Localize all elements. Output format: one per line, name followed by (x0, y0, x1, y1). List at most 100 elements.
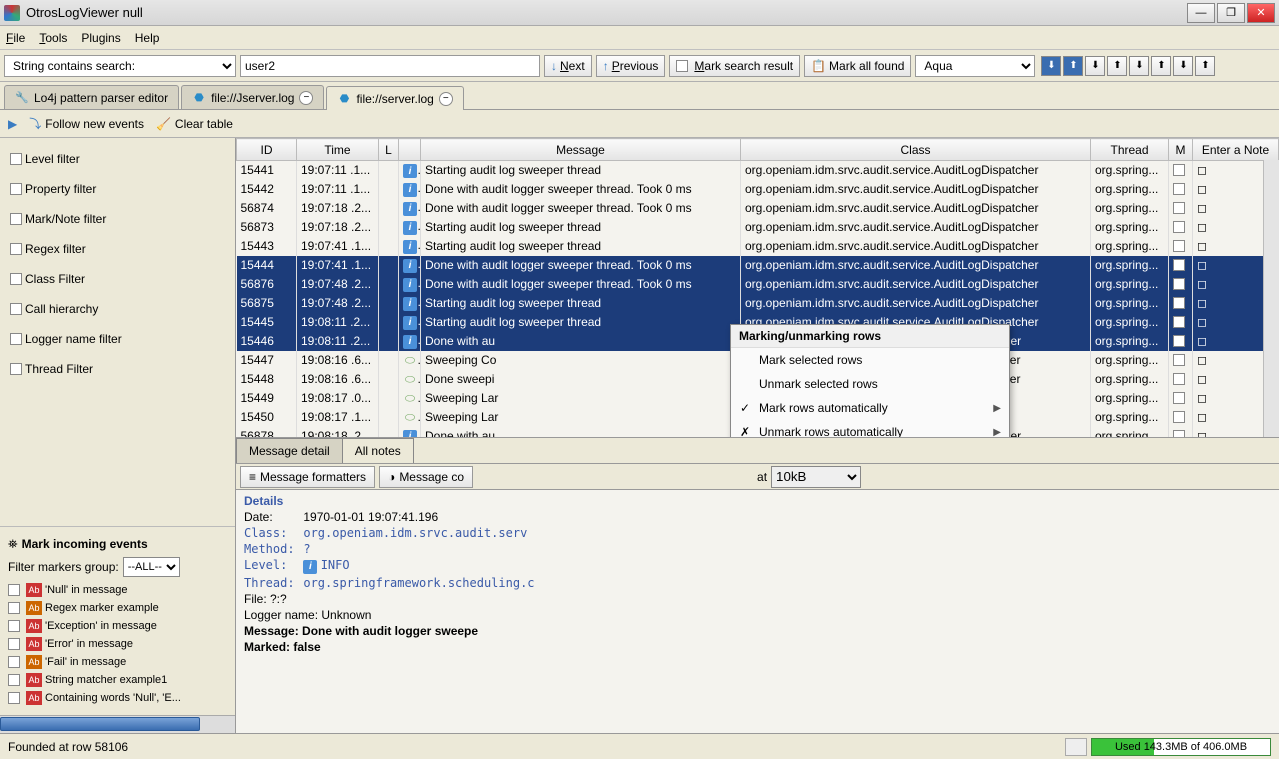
filter-thread-filter[interactable]: Thread Filter (4, 354, 231, 384)
search-input[interactable] (240, 55, 540, 77)
clear-table[interactable]: 🧹Clear table (156, 117, 233, 131)
message-formatters-button[interactable]: ≡Message formatters (240, 466, 375, 488)
nav-error-up-button[interactable]: ⬆ (1151, 56, 1171, 76)
col-header[interactable]: Time (297, 139, 379, 161)
marker-item[interactable]: Ab'Exception' in message (8, 617, 227, 635)
maxsize-select[interactable]: 10kB (771, 466, 861, 488)
list-icon: ≡ (249, 470, 256, 484)
swatch-icon: Ab (26, 691, 42, 705)
table-row[interactable]: 1544219:07:11 .1...iDone with audit logg… (237, 180, 1279, 199)
marker-item[interactable]: AbRegex marker example (8, 599, 227, 617)
next-button[interactable]: ↓Next (544, 55, 592, 77)
info-icon: i (403, 202, 417, 216)
maximize-button[interactable]: ❐ (1217, 3, 1245, 23)
table-row[interactable]: 5687619:07:48 .2...iDone with audit logg… (237, 275, 1279, 294)
swatch-icon: Ab (26, 637, 42, 651)
detail-date: 1970-01-01 19:07:41.196 (303, 510, 438, 524)
col-header[interactable]: ID (237, 139, 297, 161)
status-text: Founded at row 58106 (8, 740, 128, 754)
nav-error-down-button[interactable]: ⬇ (1129, 56, 1149, 76)
col-header[interactable]: Class (741, 139, 1091, 161)
context-item[interactable]: Unmark selected rows (731, 372, 1009, 396)
detail-marked: Marked: false (244, 640, 321, 654)
filter-regex-filter[interactable]: Regex filter (4, 234, 231, 264)
nav-warn-down-button[interactable]: ⬇ (1085, 56, 1105, 76)
close-tab-icon[interactable]: − (299, 91, 313, 105)
filter-property-filter[interactable]: Property filter (4, 174, 231, 204)
action-bar: ▶ ⤵Follow new events 🧹Clear table (0, 110, 1279, 138)
maxsize-label: at (757, 470, 767, 484)
marker-group-select[interactable]: --ALL-- (123, 557, 180, 577)
close-tab-icon[interactable]: − (439, 92, 453, 106)
table-row[interactable]: 5687519:07:48 .2...iStarting audit log s… (237, 294, 1279, 313)
marker-item[interactable]: Ab'Null' in message (8, 581, 227, 599)
table-row[interactable]: 1544419:07:41 .1...iDone with audit logg… (237, 256, 1279, 275)
col-header[interactable]: Message (421, 139, 741, 161)
filter-logger-name-filter[interactable]: Logger name filter (4, 324, 231, 354)
play-icon[interactable]: ▶ (8, 117, 17, 131)
col-header[interactable]: Thread (1091, 139, 1169, 161)
file-tabs: 🔧 Lo4j pattern parser editor ⬣ file://Js… (0, 82, 1279, 110)
menu-help[interactable]: Help (135, 31, 160, 45)
nav-down-button[interactable]: ⬇ (1041, 56, 1061, 76)
col-header[interactable]: L (379, 139, 399, 161)
checkbox-icon (10, 213, 22, 225)
gc-button[interactable] (1065, 738, 1087, 756)
info-icon: i (403, 316, 417, 330)
message-colorizers-button[interactable]: ◑Message co (379, 466, 473, 488)
minimize-button[interactable]: — (1187, 3, 1215, 23)
filter-call-hierarchy[interactable]: Call hierarchy (4, 294, 231, 324)
close-button[interactable]: ✕ (1247, 3, 1275, 23)
sweep-icon: ⬭ (403, 391, 417, 405)
nav-sev-down-button[interactable]: ⬇ (1173, 56, 1193, 76)
tab-pattern-editor[interactable]: 🔧 Lo4j pattern parser editor (4, 85, 179, 109)
nav-sev-up-button[interactable]: ⬆ (1195, 56, 1215, 76)
context-item[interactable]: Mark selected rows (731, 348, 1009, 372)
tab-server-log[interactable]: ⬣ file://server.log − (326, 86, 463, 110)
marker-item[interactable]: AbContaining words 'Null', 'E... (8, 689, 227, 707)
mark-search-result[interactable]: Mark search result (669, 55, 800, 77)
table-row[interactable]: 5687419:07:18 .2...iDone with audit logg… (237, 199, 1279, 218)
context-item[interactable]: ✗Unmark rows automatically▶ (731, 420, 1009, 438)
filter-level-filter[interactable]: Level filter (4, 144, 231, 174)
marker-item[interactable]: AbString matcher example1 (8, 671, 227, 689)
table-row[interactable]: 5687319:07:18 .2...iStarting audit log s… (237, 218, 1279, 237)
follow-new-events[interactable]: ⤵Follow new events (29, 115, 144, 132)
memory-text: Used 143.3MB of 406.0MB (1092, 739, 1270, 755)
nav-warn-up-button[interactable]: ⬆ (1107, 56, 1127, 76)
marker-item[interactable]: Ab'Error' in message (8, 635, 227, 653)
col-header[interactable]: Enter a Note (1193, 139, 1279, 161)
previous-button[interactable]: ↑Previous (596, 55, 666, 77)
memory-gauge: Used 143.3MB of 406.0MB (1091, 738, 1271, 756)
checkbox-icon (10, 153, 22, 165)
col-header[interactable]: M (1169, 139, 1193, 161)
tab-jserver-log[interactable]: ⬣ file://Jserver.log − (181, 85, 324, 109)
submenu-arrow-icon: ▶ (993, 403, 1001, 414)
nav-arrows: ⬇ ⬆ ⬇ ⬆ ⬇ ⬆ ⬇ ⬆ (1041, 56, 1215, 76)
info-icon: i (403, 278, 417, 292)
mark-all-found[interactable]: 📋Mark all found (804, 55, 911, 77)
table-scrollbar[interactable] (1263, 160, 1279, 437)
tab-all-notes[interactable]: All notes (342, 438, 414, 463)
context-item[interactable]: ✓Mark rows automatically▶ (731, 396, 1009, 420)
sidebar-scrollbar[interactable] (0, 715, 235, 733)
table-row[interactable]: 1544319:07:41 .1...iStarting audit log s… (237, 237, 1279, 256)
info-icon: i (403, 335, 417, 349)
nav-up-button[interactable]: ⬆ (1063, 56, 1083, 76)
marker-item[interactable]: Ab'Fail' in message (8, 653, 227, 671)
file-icon: ⬣ (192, 91, 206, 105)
search-mode-select[interactable]: String contains search: (4, 55, 236, 77)
tab-message-detail[interactable]: Message detail (236, 438, 343, 463)
content-area: IDTimeL MessageClassThreadMEnter a Note 1… (236, 138, 1279, 733)
menu-plugins[interactable]: Plugins (81, 31, 120, 45)
menu-file[interactable]: File (6, 31, 25, 45)
highlight-style-select[interactable]: Aqua (915, 55, 1035, 77)
filter-class-filter[interactable]: Class Filter (4, 264, 231, 294)
menu-tools[interactable]: Tools (39, 31, 67, 45)
mark-icon: 📋 (811, 59, 826, 73)
table-row[interactable]: 1544119:07:11 .1...iStarting audit log s… (237, 161, 1279, 180)
marker-group-label: Filter markers group: (8, 560, 119, 574)
filter-mark/note-filter[interactable]: Mark/Note filter (4, 204, 231, 234)
swatch-icon: Ab (26, 601, 42, 615)
col-header[interactable] (399, 139, 421, 161)
